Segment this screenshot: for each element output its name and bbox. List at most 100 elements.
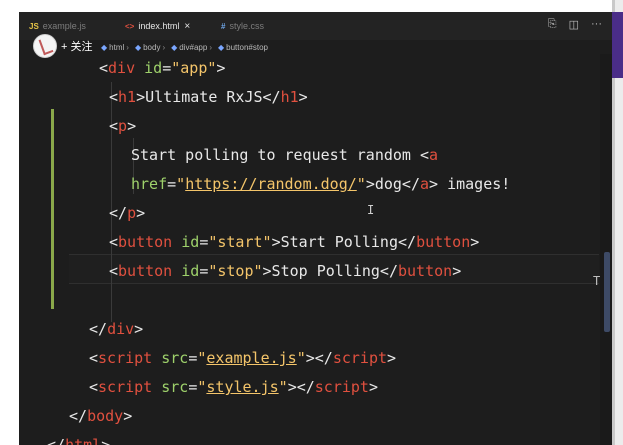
element-icon: ◆ — [218, 42, 225, 52]
code-line[interactable]: </div> — [89, 315, 143, 343]
editor-actions: ⎘ ◫ ··· — [548, 18, 602, 31]
code-token: button — [398, 262, 453, 280]
code-token: < — [99, 59, 109, 77]
code-token: >dog</ — [365, 175, 420, 193]
code-token: script — [98, 378, 153, 396]
code-line[interactable]: </body> — [69, 402, 132, 430]
avatar — [33, 34, 57, 58]
scrollbar-thumb[interactable] — [604, 252, 610, 332]
code-token: > — [216, 59, 226, 77]
breadcrumb-item[interactable]: button#stop — [226, 43, 268, 52]
tab-bar: JS example.js <> index.html × # style.cs… — [19, 12, 612, 40]
follow-label[interactable]: + 关注 — [61, 38, 92, 54]
code-token: < — [109, 233, 119, 251]
tab-index-html[interactable]: <> index.html × — [125, 12, 190, 40]
tab-style-css[interactable]: # style.css — [221, 12, 264, 40]
code-token: button — [118, 262, 173, 280]
code-token: > — [101, 436, 111, 445]
breadcrumb-item[interactable]: div#app — [179, 43, 207, 52]
code-token: src — [161, 378, 189, 396]
element-icon: ◆ — [101, 42, 108, 52]
code-token: </ — [109, 204, 128, 222]
code-token: > — [127, 117, 137, 135]
code-token: < — [109, 117, 119, 135]
code-token: > — [470, 233, 480, 251]
code-token: script — [314, 378, 369, 396]
split-editor-icon[interactable]: ◫ — [569, 18, 579, 31]
code-token: " — [278, 378, 288, 396]
code-token: body — [87, 407, 124, 425]
code-token: = — [199, 262, 209, 280]
code-token: > — [368, 378, 378, 396]
code-token: < — [109, 88, 119, 106]
code-line[interactable]: <script src="style.js"></script> — [89, 373, 378, 401]
more-icon[interactable]: ··· — [591, 18, 602, 31]
chevron-right-icon: › — [162, 42, 166, 52]
code-line[interactable]: <script src="example.js"></script> — [89, 344, 396, 372]
scrollbar[interactable] — [600, 54, 612, 445]
code-token: style.js — [206, 378, 279, 396]
close-icon[interactable]: × — [184, 21, 190, 32]
code-token: < — [89, 349, 99, 367]
code-line[interactable]: Start polling to request random <a — [131, 141, 438, 169]
code-token: p — [118, 117, 128, 135]
code-token: h1 — [118, 88, 137, 106]
js-file-icon: JS — [29, 21, 39, 31]
right-window-edge — [612, 0, 623, 445]
code-token: id — [181, 262, 200, 280]
code-line[interactable]: <button id="stop">Stop Polling</button> — [109, 257, 461, 285]
breadcrumb-item[interactable]: body — [143, 43, 160, 52]
tab-label: style.css — [229, 21, 264, 31]
tab-label: index.html — [138, 21, 180, 31]
code-token: </ — [69, 407, 88, 425]
code-line[interactable]: </html> — [47, 431, 110, 445]
code-token: = — [162, 59, 172, 77]
git-change-marker — [51, 109, 54, 309]
accent-block — [612, 12, 623, 78]
element-icon: ◆ — [171, 42, 178, 52]
breadcrumb-item[interactable]: html — [109, 43, 124, 52]
html-file-icon: <> — [125, 21, 135, 31]
code-token: html — [65, 436, 102, 445]
code-token: > — [298, 88, 308, 106]
breadcrumb: ◆ html › ◆ body › ◆ div#app › ◆ button#s… — [97, 40, 268, 54]
chevron-right-icon: › — [126, 42, 129, 52]
code-token: script — [98, 349, 153, 367]
code-token: button — [118, 233, 173, 251]
code-line[interactable]: <h1>Ultimate RxJS</h1> — [109, 83, 308, 111]
code-token: >Start Polling</ — [271, 233, 417, 251]
css-file-icon: # — [221, 21, 226, 31]
code-token: >Stop Polling</ — [262, 262, 398, 280]
code-token: > — [136, 204, 146, 222]
code-line[interactable]: href="https://random.dog/">dog</a> image… — [131, 170, 510, 198]
code-line[interactable]: </p> — [109, 199, 145, 227]
code-line[interactable]: <div id="app"> — [99, 54, 225, 82]
code-token: > — [134, 320, 144, 338]
code-token: id — [181, 233, 200, 251]
code-token: Start polling to request random < — [131, 146, 430, 164]
code-token: div — [108, 59, 136, 77]
code-token: </ — [47, 436, 66, 445]
code-line[interactable]: <p> — [109, 112, 136, 140]
code-token: > — [452, 262, 462, 280]
code-token: > — [387, 349, 397, 367]
code-token: = — [199, 233, 209, 251]
text-cursor-icon: T — [593, 274, 601, 288]
compare-icon[interactable]: ⎘ — [548, 18, 557, 31]
code-token: "start" — [208, 233, 272, 251]
code-token: > images! — [429, 175, 511, 193]
code-token: a — [429, 146, 439, 164]
tab-label: example.js — [42, 21, 86, 31]
code-token: " — [176, 175, 186, 193]
code-line[interactable]: <button id="start">Start Polling</button… — [109, 228, 479, 256]
code-token: src — [161, 349, 189, 367]
code-token: " — [356, 175, 366, 193]
code-token: < — [109, 262, 119, 280]
follow-overlay[interactable]: + 关注 — [33, 34, 92, 58]
code-token: "stop" — [208, 262, 263, 280]
